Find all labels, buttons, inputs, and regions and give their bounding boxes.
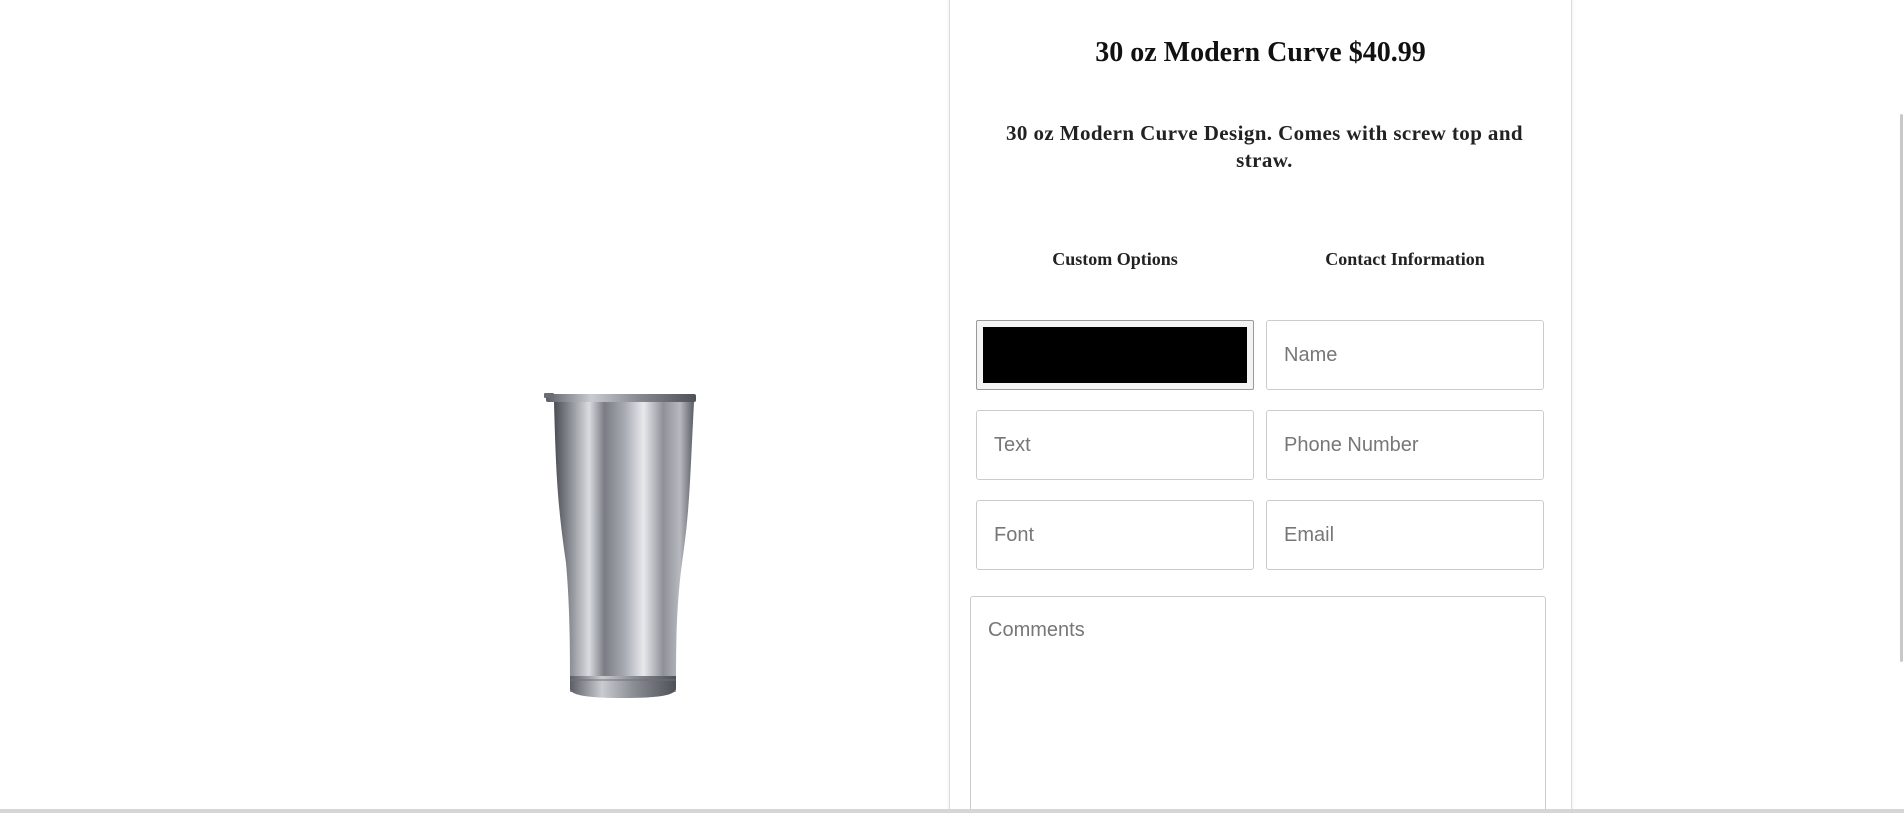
email-input[interactable]: [1266, 500, 1544, 570]
text-input[interactable]: [976, 410, 1254, 480]
product-image-area: [0, 0, 949, 809]
phone-number-input[interactable]: [1266, 410, 1544, 480]
contact-information-heading: Contact Information: [1325, 249, 1485, 269]
horizontal-scrollbar-track: [0, 809, 1904, 813]
custom-options-heading: Custom Options: [1052, 249, 1178, 269]
font-input[interactable]: [976, 500, 1254, 570]
product-description: 30 oz Modern Curve Design. Comes with sc…: [1006, 121, 1523, 172]
tumbler-image: [544, 393, 696, 698]
product-title: 30 oz Modern Curve $40.99: [1095, 37, 1426, 68]
product-panel: 30 oz Modern Curve $40.99 30 oz Modern C…: [949, 0, 1572, 813]
comments-textarea[interactable]: [970, 596, 1546, 813]
scrollbar-thumb[interactable]: [1900, 114, 1903, 662]
color-picker[interactable]: [976, 320, 1254, 390]
color-swatch: [983, 327, 1247, 383]
name-input[interactable]: [1266, 320, 1544, 390]
page-scrollbar[interactable]: [1887, 0, 1904, 809]
